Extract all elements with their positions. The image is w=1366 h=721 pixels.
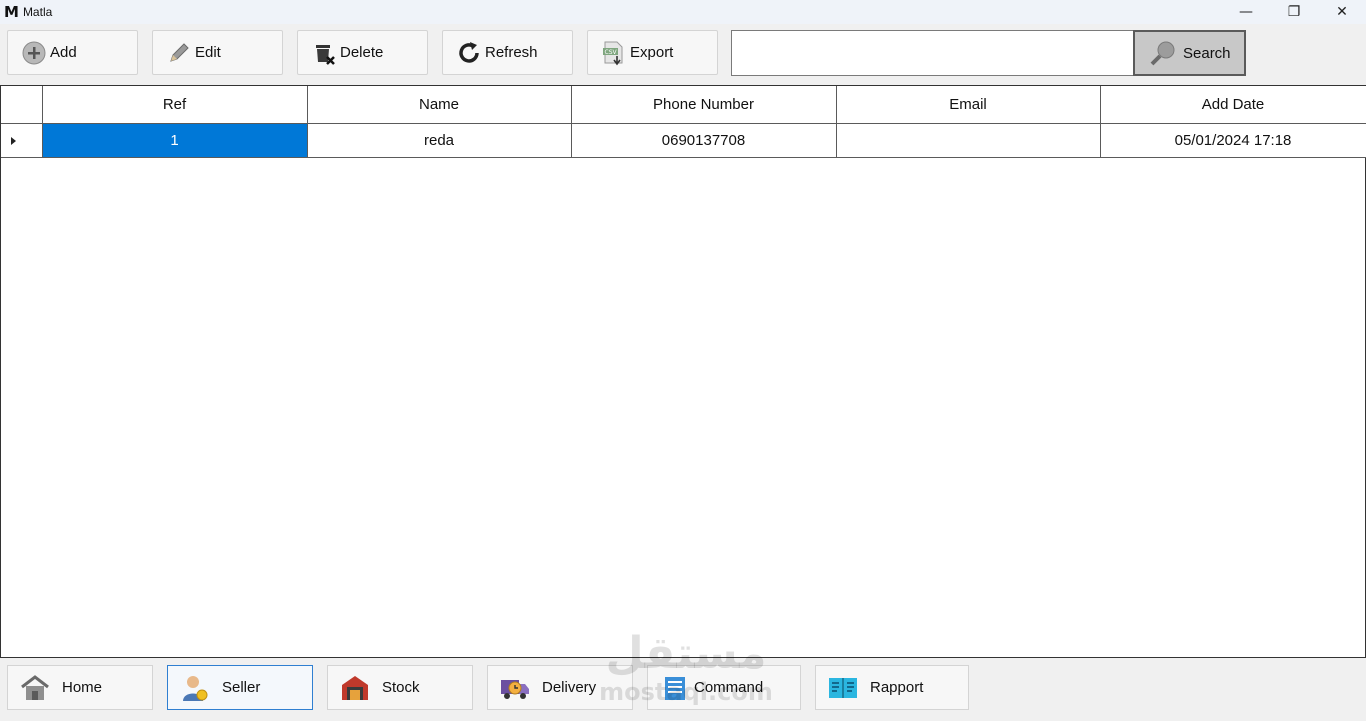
edit-button-label: Edit [195, 44, 221, 61]
export-button[interactable]: CSV Export [587, 30, 718, 75]
delete-button[interactable]: Delete [297, 30, 428, 75]
nav-rapport-button[interactable]: Rapport [815, 665, 969, 710]
nav-stock-button[interactable]: Stock [327, 665, 473, 710]
search-button-label: Search [1183, 44, 1231, 62]
window-controls: — ❐ ✕ [1222, 0, 1366, 24]
add-button-label: Add [50, 44, 77, 61]
refresh-button-label: Refresh [485, 44, 538, 61]
nav-delivery-label: Delivery [542, 679, 597, 696]
nav-home-label: Home [62, 679, 103, 696]
window-title: Matla [22, 5, 53, 19]
column-header-email[interactable]: Email [835, 86, 1101, 124]
plus-circle-icon [20, 39, 48, 67]
magnifier-icon [1149, 39, 1177, 67]
column-header-ref[interactable]: Ref [41, 86, 308, 124]
close-button[interactable]: ✕ [1318, 0, 1366, 24]
cell-email[interactable] [835, 122, 1101, 158]
nav-stock-label: Stock [382, 679, 420, 696]
house-icon [20, 674, 50, 702]
bottom-navigation: Home Seller Stock Delivery Command Rappo… [0, 658, 1366, 721]
column-header-add-date[interactable]: Add Date [1099, 86, 1366, 124]
nav-seller-label: Seller [222, 679, 261, 696]
nav-command-label: Command [694, 679, 764, 696]
data-grid: Ref Name Phone Number Email Add Date 1 r… [0, 85, 1366, 658]
app-window: M Matla — ❐ ✕ Add Edit Delete Refresh CS… [0, 0, 1366, 721]
nav-home-button[interactable]: Home [7, 665, 153, 710]
warehouse-icon [340, 674, 370, 702]
export-button-label: Export [630, 44, 674, 61]
search-button[interactable]: Search [1133, 30, 1246, 76]
svg-text:CSV: CSV [605, 49, 618, 56]
report-book-icon [828, 674, 858, 702]
delivery-truck-icon [500, 674, 530, 702]
restore-button[interactable]: ❐ [1270, 0, 1318, 24]
column-header-name[interactable]: Name [306, 86, 572, 124]
delete-button-label: Delete [340, 44, 384, 61]
grid-header-row: Ref Name Phone Number Email Add Date [1, 86, 1366, 124]
edit-button[interactable]: Edit [152, 30, 283, 75]
nav-delivery-button[interactable]: Delivery [487, 665, 633, 710]
refresh-button[interactable]: Refresh [442, 30, 573, 75]
minimize-button[interactable]: — [1222, 0, 1270, 24]
trash-x-icon [310, 39, 338, 67]
row-header-corner [1, 86, 43, 124]
search-input[interactable] [731, 30, 1134, 76]
cell-ref[interactable]: 1 [41, 122, 308, 158]
table-row[interactable]: 1 reda 0690137708 05/01/2024 17:18 [1, 122, 1366, 158]
cell-add-date[interactable]: 05/01/2024 17:18 [1099, 122, 1366, 158]
csv-file-icon: CSV [600, 39, 628, 67]
nav-seller-button[interactable]: Seller [167, 665, 313, 710]
column-header-phone[interactable]: Phone Number [570, 86, 837, 124]
toolbar: Add Edit Delete Refresh CSV Export Searc… [0, 30, 1366, 76]
nav-command-button[interactable]: Command [647, 665, 801, 710]
order-list-icon [660, 674, 690, 702]
app-logo: M [4, 3, 19, 21]
nav-rapport-label: Rapport [870, 679, 924, 696]
pencil-icon [165, 39, 193, 67]
cell-phone[interactable]: 0690137708 [570, 122, 837, 158]
title-bar: M Matla — ❐ ✕ [0, 0, 1366, 24]
cell-name[interactable]: reda [306, 122, 572, 158]
seller-person-icon [180, 674, 210, 702]
add-button[interactable]: Add [7, 30, 138, 75]
current-row-arrow-icon [10, 136, 16, 145]
refresh-icon [455, 39, 483, 67]
row-header[interactable] [1, 122, 43, 158]
